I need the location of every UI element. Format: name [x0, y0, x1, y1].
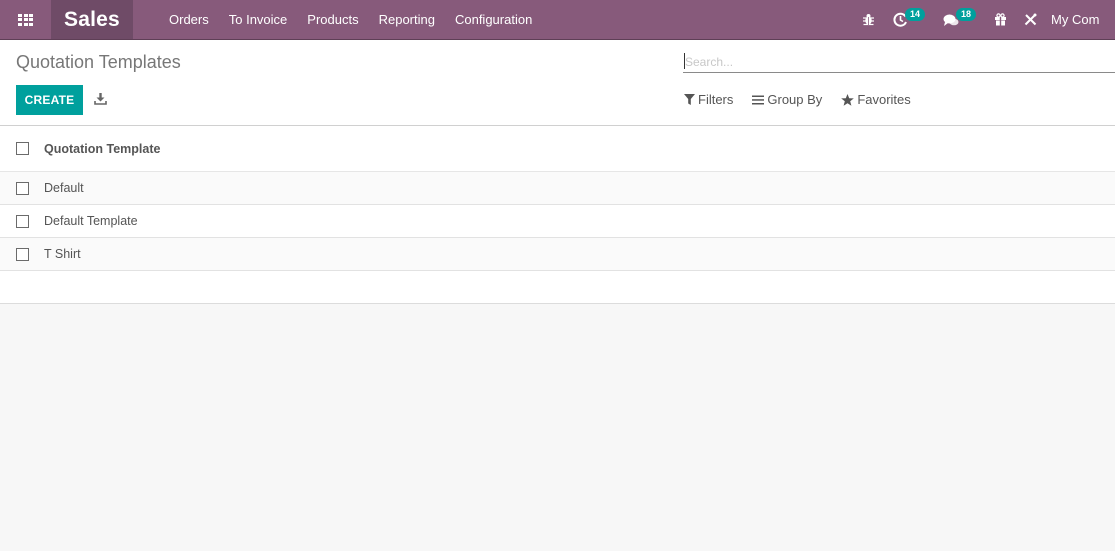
filters-label: Filters [698, 92, 734, 107]
favorites-button[interactable]: Favorites [841, 92, 911, 107]
activity-count-badge: 14 [905, 8, 926, 21]
top-navbar: Sales Orders To Invoice Products Reporti… [0, 0, 1115, 40]
list-header: Quotation Template [0, 126, 1115, 172]
group-by-button[interactable]: Group By [752, 92, 822, 107]
app-name[interactable]: Sales [51, 0, 133, 39]
create-button[interactable]: CREATE [16, 85, 83, 115]
select-all-checkbox[interactable] [16, 142, 29, 155]
search-options: Filters Group By Favorites [684, 92, 930, 107]
text-caret [684, 53, 685, 69]
gift-icon [995, 13, 1007, 26]
gift-button[interactable] [994, 13, 1007, 26]
table-row[interactable]: Default Template [0, 205, 1115, 238]
row-checkbox[interactable] [16, 214, 29, 228]
menu-item-reporting[interactable]: Reporting [379, 12, 435, 27]
systray: 14 18 My Com [862, 0, 1099, 39]
filter-icon [684, 94, 695, 105]
download-icon [94, 93, 107, 105]
menu-item-orders[interactable]: Orders [169, 12, 209, 27]
search-input[interactable] [683, 52, 1115, 73]
tools-icon [1024, 13, 1037, 26]
list-body: Default Default Template T Shirt [0, 172, 1115, 304]
table-row[interactable]: T Shirt [0, 238, 1115, 271]
menu-item-to-invoice[interactable]: To Invoice [229, 12, 288, 27]
activity-button[interactable]: 14 [893, 8, 926, 27]
row-name: Default Template [44, 214, 138, 228]
apps-menu-button[interactable] [0, 0, 51, 39]
menu-item-configuration[interactable]: Configuration [455, 12, 532, 27]
table-row[interactable]: Default [0, 172, 1115, 205]
page-title: Quotation Templates [16, 52, 181, 72]
debug-button[interactable] [862, 13, 875, 26]
column-header-quotation-template[interactable]: Quotation Template [44, 142, 160, 156]
filters-button[interactable]: Filters [684, 92, 733, 107]
main-menu: Orders To Invoice Products Reporting Con… [169, 12, 552, 27]
empty-row [0, 271, 1115, 304]
control-panel: Quotation Templates CREATE Filters Group… [0, 40, 1115, 126]
menu-item-products[interactable]: Products [307, 12, 358, 27]
apps-grid-icon [18, 13, 33, 26]
messages-count-badge: 18 [956, 8, 977, 21]
row-checkbox[interactable] [16, 247, 29, 261]
row-name: T Shirt [44, 247, 81, 261]
messages-button[interactable]: 18 [943, 8, 977, 27]
row-name: Default [44, 181, 84, 195]
favorites-label: Favorites [857, 92, 911, 107]
company-switcher[interactable]: My Com [1051, 12, 1099, 27]
list-view: Quotation Template Default Default Templ… [0, 126, 1115, 304]
tools-button[interactable] [1024, 13, 1037, 26]
group-by-label: Group By [767, 92, 823, 107]
export-button[interactable] [94, 92, 110, 108]
bars-icon [752, 95, 765, 104]
star-icon [841, 93, 855, 106]
bug-icon [863, 14, 874, 26]
row-checkbox[interactable] [16, 181, 29, 195]
